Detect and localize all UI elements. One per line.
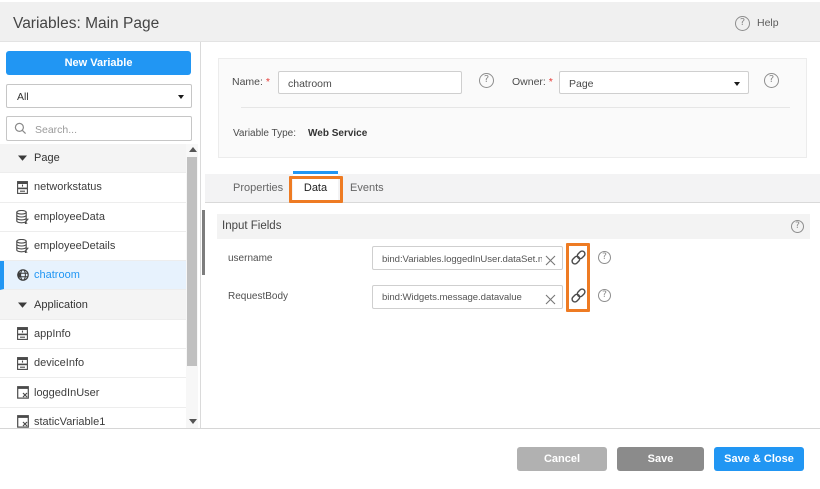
field-label-requestbody: RequestBody (228, 291, 288, 302)
input-fields-help-icon[interactable]: ? (791, 220, 804, 233)
panel-scrollbar-thumb[interactable] (202, 210, 205, 275)
tab-properties[interactable]: Properties (233, 182, 283, 194)
clear-icon[interactable] (545, 292, 556, 310)
name-label: Name: * (232, 76, 270, 88)
card-divider (241, 107, 790, 108)
tree-item-label: chatroom (34, 269, 80, 281)
name-input[interactable]: chatroom (278, 71, 462, 94)
tree-item-label: Application (34, 299, 88, 311)
tree-item-employeedetails[interactable]: employeeDetails (0, 232, 186, 261)
tree-item-label: staticVariable1 (34, 416, 105, 428)
scroll-up-icon[interactable] (189, 147, 197, 153)
static-variable-icon (16, 386, 29, 399)
clear-icon[interactable] (545, 253, 556, 271)
websocket-variable-icon (16, 269, 29, 281)
required-asterisk: * (549, 76, 553, 88)
variable-type-value: Web Service (308, 128, 367, 139)
model-variable-icon (16, 357, 29, 370)
tree-item-label: networkstatus (34, 181, 102, 193)
model-variable-icon (16, 181, 29, 194)
tree-item-label: deviceInfo (34, 357, 84, 369)
tree-group-page[interactable]: Page (0, 144, 186, 173)
filter-select[interactable]: All (6, 84, 192, 108)
tree-item-label: employeeData (34, 211, 105, 223)
search-input[interactable] (33, 120, 187, 140)
chevron-down-icon (178, 95, 184, 99)
tree-item-employeedata[interactable]: employeeData (0, 203, 186, 232)
tree-item-chatroom[interactable]: chatroom (0, 261, 186, 290)
scroll-down-icon[interactable] (189, 418, 197, 424)
username-help-icon[interactable]: ? (598, 251, 611, 264)
field-label-username: username (228, 253, 272, 264)
tree-item-label: loggedInUser (34, 387, 99, 399)
tab-events[interactable]: Events (350, 182, 384, 194)
requestbody-bind-input[interactable]: bind:Widgets.message.datavalue (372, 285, 563, 309)
search-icon (14, 122, 27, 140)
requestbody-help-icon[interactable]: ? (598, 289, 611, 302)
new-variable-button[interactable]: New Variable (6, 51, 191, 75)
required-asterisk: * (266, 76, 270, 88)
save-close-button[interactable]: Save & Close (714, 447, 804, 471)
help-icon[interactable]: ? (735, 16, 750, 31)
group-caret-icon[interactable] (16, 302, 29, 308)
group-caret-icon[interactable] (16, 155, 29, 161)
input-fields-title: Input Fields (222, 220, 281, 232)
data-tab-annotation (289, 176, 343, 203)
bind-icons-annotation (566, 243, 590, 312)
owner-help-icon[interactable]: ? (764, 73, 779, 88)
owner-label: Owner: * (512, 76, 553, 88)
tree-item-label: employeeDetails (34, 240, 115, 252)
tree-group-application[interactable]: Application (0, 290, 186, 319)
filter-select-value: All (17, 91, 29, 103)
help-link[interactable]: Help (757, 17, 779, 29)
tree-item-networkstatus[interactable]: networkstatus (0, 173, 186, 202)
tree-item-appinfo[interactable]: appInfo (0, 320, 186, 349)
input-fields-header: Input Fields ? (217, 214, 810, 239)
username-bind-input[interactable]: bind:Variables.loggedInUser.dataSet.na (372, 246, 563, 270)
sidebar-scrollbar-thumb[interactable] (187, 157, 197, 366)
variables-sidebar: New Variable All Page networkstatus employ… (0, 42, 201, 428)
cancel-button[interactable]: Cancel (517, 447, 607, 471)
owner-select[interactable]: Page (559, 71, 749, 94)
tree-item-label: appInfo (34, 328, 71, 340)
variable-type-label: Variable Type: (233, 128, 296, 139)
variables-dialog: Variables: Main Page ? Help New Variable… (0, 0, 820, 489)
save-button[interactable]: Save (617, 447, 704, 471)
name-help-icon[interactable]: ? (479, 73, 494, 88)
page-title: Variables: Main Page (13, 15, 159, 33)
service-variable-icon (16, 210, 29, 224)
dialog-header: Variables: Main Page ? Help (0, 2, 820, 42)
model-variable-icon (16, 327, 29, 340)
variables-tree: Page networkstatus employeeData employeeDet… (0, 144, 186, 428)
service-variable-icon (16, 239, 29, 253)
tree-item-deviceinfo[interactable]: deviceInfo (0, 349, 186, 378)
dialog-body-divider (0, 428, 820, 429)
tree-item-staticvariable1[interactable]: staticVariable1 (0, 408, 186, 428)
static-variable-icon (16, 415, 29, 428)
search-box[interactable] (6, 116, 192, 141)
chevron-down-icon (734, 82, 740, 86)
tree-item-label: Page (34, 152, 60, 164)
tree-item-loggedinuser[interactable]: loggedInUser (0, 378, 186, 407)
